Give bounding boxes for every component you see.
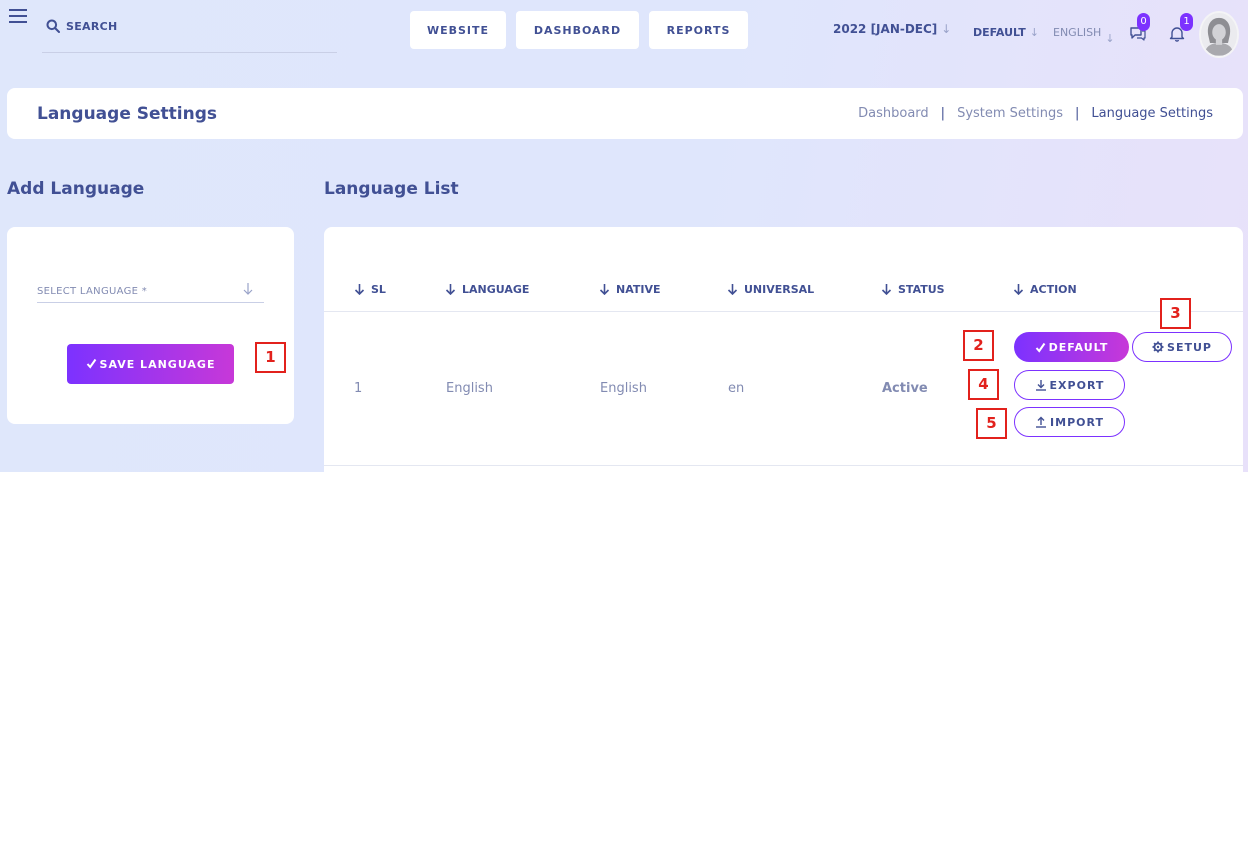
status-badge: Active [882, 381, 928, 396]
check-icon [86, 358, 96, 369]
annotation-marker-4: 4 [968, 369, 999, 400]
cell-sl: 1 [354, 381, 363, 396]
save-language-button[interactable]: SAVE LANGUAGE [67, 344, 234, 384]
select-language-placeholder: SELECT LANGUAGE * [37, 286, 148, 297]
column-header-label: SL [371, 283, 386, 296]
notification-count-badge: 1 [1180, 13, 1193, 31]
column-header-label: STATUS [898, 283, 945, 296]
breadcrumb-separator: | [940, 106, 946, 121]
column-header-status[interactable]: STATUS [881, 283, 945, 296]
annotation-marker-5: 5 [976, 408, 1007, 439]
menu-toggle-icon[interactable] [9, 9, 27, 25]
import-label: IMPORT [1050, 415, 1104, 429]
language-select[interactable]: ENGLISH ↓ [1053, 26, 1115, 45]
page-header: Language Settings Dashboard | System Setti… [7, 88, 1243, 139]
sort-arrow-icon [599, 284, 610, 295]
column-header-label: UNIVERSAL [744, 283, 815, 296]
setup-button[interactable]: SETUP [1132, 332, 1232, 362]
chat-count-badge: 0 [1137, 13, 1150, 31]
breadcrumb-language-settings[interactable]: Language Settings [1091, 106, 1213, 121]
export-button[interactable]: EXPORT [1014, 370, 1125, 400]
chevron-down-icon: ↓ [1105, 32, 1115, 45]
add-language-card: SELECT LANGUAGE * SAVE LANGUAGE [7, 227, 294, 424]
default-button[interactable]: DEFAULT [1014, 332, 1129, 362]
gear-icon [1152, 341, 1164, 352]
breadcrumb-dashboard[interactable]: Dashboard [858, 106, 929, 121]
download-icon [1035, 379, 1046, 391]
breadcrumb-separator: | [1075, 106, 1080, 121]
column-header-language[interactable]: LANGUAGE [445, 283, 529, 296]
column-header-action[interactable]: ACTION [1013, 283, 1077, 296]
column-header-universal[interactable]: UNIVERSAL [727, 283, 814, 296]
check-icon [1035, 342, 1045, 353]
default-label: DEFAULT [1048, 340, 1109, 354]
column-header-sl[interactable]: SL [354, 283, 386, 296]
breadcrumb-system-settings[interactable]: System Settings [957, 106, 1063, 121]
upload-icon [1036, 416, 1047, 428]
search-icon [46, 19, 60, 33]
save-language-label: SAVE LANGUAGE [99, 357, 216, 371]
page-title: Language Settings [37, 104, 218, 124]
chevron-down-icon: ↓ [1029, 26, 1039, 39]
annotation-marker-3: 3 [1160, 298, 1191, 329]
search-box [42, 14, 337, 53]
annotation-marker-2: 2 [963, 330, 994, 361]
avatar[interactable] [1199, 11, 1239, 58]
search-input[interactable] [66, 16, 326, 36]
session-value: 2022 [JAN-DEC] [833, 22, 938, 36]
language-list-card: SL LANGUAGE NATIVE UNIVERSAL STATUS ACTI… [324, 227, 1243, 472]
session-select[interactable]: 2022 [JAN-DEC] ↓ [833, 22, 951, 36]
style-value: DEFAULT [973, 26, 1026, 39]
export-label: EXPORT [1049, 378, 1105, 392]
language-value: ENGLISH [1053, 26, 1102, 39]
import-button[interactable]: IMPORT [1014, 407, 1125, 437]
cell-language: English [446, 381, 493, 396]
column-header-label: NATIVE [616, 283, 661, 296]
sort-arrow-icon [445, 284, 456, 295]
setup-label: SETUP [1167, 340, 1212, 354]
table-row-divider [324, 465, 1243, 466]
reports-button[interactable]: REPORTS [649, 11, 748, 49]
column-header-label: ACTION [1030, 283, 1077, 296]
sort-arrow-icon [1013, 284, 1024, 295]
select-language-dropdown[interactable]: SELECT LANGUAGE * [37, 282, 264, 303]
language-list-title: Language List [324, 179, 459, 199]
breadcrumb: Dashboard | System Settings | Language Setti… [858, 106, 1213, 121]
chevron-down-icon [243, 283, 253, 295]
chevron-down-icon: ↓ [941, 22, 952, 36]
column-header-label: LANGUAGE [462, 283, 530, 296]
sort-arrow-icon [727, 284, 738, 295]
style-select[interactable]: DEFAULT ↓ [973, 26, 1039, 39]
add-language-title: Add Language [7, 179, 145, 199]
user-avatar-icon [1201, 13, 1237, 56]
sort-arrow-icon [354, 284, 365, 295]
sort-arrow-icon [881, 284, 892, 295]
column-header-native[interactable]: NATIVE [599, 283, 661, 296]
table-header-divider [324, 311, 1243, 312]
app-background: WEBSITE DASHBOARD REPORTS 2022 [JAN-DEC]… [0, 0, 1248, 472]
website-button[interactable]: WEBSITE [410, 11, 506, 49]
cell-universal: en [728, 381, 745, 396]
annotation-marker-1: 1 [255, 342, 286, 373]
dashboard-button[interactable]: DASHBOARD [516, 11, 639, 49]
cell-native: English [600, 381, 647, 396]
